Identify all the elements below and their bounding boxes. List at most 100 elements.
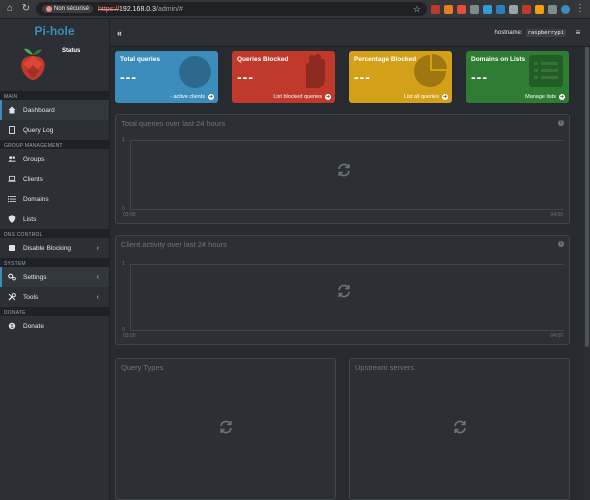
sidebar-item-label: Dashboard (23, 106, 55, 114)
x-tick-label: 04:00 (550, 212, 563, 218)
translate-extension-icon[interactable] (496, 4, 505, 14)
youtube-extension-icon[interactable] (522, 4, 531, 14)
insecure-label: Non sécurisé (54, 6, 90, 12)
refresh-spinner-icon (338, 284, 350, 298)
adblock-extension-icon[interactable] (431, 4, 440, 14)
fox-extension-icon[interactable] (444, 4, 453, 14)
sidebar-item-query-log[interactable]: Query Log (0, 120, 109, 140)
list-all-queries-link[interactable]: List all queries ➜ (404, 94, 448, 100)
url-host: 192.168.0.3 (119, 5, 157, 13)
domains-on-lists-box: Domains on Lists --- Manage lists ➜ (466, 51, 569, 103)
info-icon[interactable]: i (558, 120, 564, 126)
client-activity-chart-panel: Client activity over last 24 hours i 1 0… (115, 235, 570, 345)
stop-icon (8, 244, 16, 252)
box-title: Total queries (120, 56, 160, 63)
arrow-right-icon: ➜ (208, 94, 214, 100)
users-icon (8, 155, 16, 163)
blue-extension-icon[interactable] (483, 4, 492, 14)
pihole-logo-icon (21, 48, 45, 80)
sidebar-item-label: Tools (23, 293, 39, 301)
file-icon (8, 126, 16, 134)
panel-title: Upstream servers (355, 363, 415, 372)
list-blocked-queries-link[interactable]: List blocked queries ➜ (273, 94, 331, 100)
sidebar-item-dashboard[interactable]: Dashboard (0, 100, 109, 120)
box-title: Queries Blocked (237, 56, 289, 63)
save-extension-icon[interactable] (509, 4, 518, 14)
percentage-blocked-box: Percentage Blocked --- List all queries … (349, 51, 452, 103)
globe-icon (179, 56, 211, 88)
home-icon[interactable]: ⌂ (4, 3, 16, 15)
tools-icon (8, 293, 16, 301)
red-extension-icon[interactable] (457, 4, 466, 14)
refresh-spinner-icon (454, 420, 466, 434)
box-title: Percentage Blocked (354, 56, 417, 63)
hamburger-menu-icon[interactable]: ≡ (566, 28, 590, 37)
sidebar-item-label: Domains (23, 195, 49, 203)
chevron-left-icon: ‹ (96, 273, 99, 281)
url-path: /admin/# (156, 5, 183, 13)
list-icon (8, 195, 16, 203)
security-badge[interactable]: Non sécurisé (42, 5, 94, 13)
box-value: --- (237, 69, 254, 85)
panel-title: Query Types (121, 363, 164, 372)
extensions-bar: ⋮ (431, 3, 586, 15)
box-title: Domains on Lists (471, 56, 526, 63)
box-value: --- (120, 69, 137, 85)
section-group-management: GROUP MANAGEMENT (0, 140, 109, 149)
money-icon: $ (8, 322, 16, 330)
section-donate: DONATE (0, 307, 109, 316)
sidebar-item-disable-blocking[interactable]: Disable Blocking ‹ (0, 238, 109, 258)
gridline (131, 264, 564, 265)
logo-bar[interactable]: Pi-hole (0, 19, 109, 43)
refresh-spinner-icon (220, 420, 232, 434)
hostname-value: raspberrypi (525, 28, 566, 37)
section-main: MAIN (0, 91, 109, 100)
sidebar-item-label: Disable Blocking (23, 244, 72, 252)
scrollbar-thumb[interactable] (585, 47, 589, 347)
refresh-spinner-icon (338, 163, 350, 177)
chevron-left-icon: ‹ (96, 244, 99, 252)
gridline (131, 140, 564, 141)
gear-extension-icon[interactable] (470, 4, 479, 14)
queries-blocked-box: Queries Blocked --- List blocked queries… (232, 51, 335, 103)
y-tick-label: 1 (122, 137, 125, 143)
list-alt-icon (529, 55, 563, 87)
arrow-right-icon: ➜ (559, 94, 565, 100)
x-tick-label: 03:00 (123, 333, 136, 339)
bookmark-star-icon[interactable]: ☆ (413, 4, 421, 15)
manage-lists-link[interactable]: Manage lists ➜ (525, 94, 565, 100)
section-system: SYSTEM (0, 258, 109, 267)
main-content: Total queries --- - active clients ➜ Que… (110, 47, 590, 500)
info-icon[interactable]: i (558, 241, 564, 247)
sidebar-item-tools[interactable]: Tools ‹ (0, 287, 109, 307)
box-footer-label: List all queries (403, 94, 439, 100)
app-logo-text[interactable]: Pi-hole (34, 24, 74, 38)
upstream-servers-panel: Upstream servers (349, 358, 570, 500)
warning-icon (46, 6, 52, 12)
sidebar-toggle-button[interactable]: « (117, 28, 122, 38)
reload-icon[interactable]: ↻ (20, 3, 32, 15)
sidebar-item-domains[interactable]: Domains (0, 189, 109, 209)
sidebar-item-groups[interactable]: Groups (0, 149, 109, 169)
x-tick-label: 04:00 (550, 333, 563, 339)
x-tick-label: 03:00 (123, 212, 136, 218)
y-tick-label: 1 (122, 261, 125, 267)
browser-menu-icon[interactable]: ⋮ (574, 3, 586, 15)
page-scrollbar[interactable] (584, 47, 590, 500)
status-label: Status (62, 48, 81, 54)
sidebar-item-label: Donate (23, 322, 44, 330)
sidebar-item-lists[interactable]: Lists (0, 209, 109, 229)
sidebar-item-label: Lists (23, 215, 37, 223)
profile-avatar-icon[interactable] (561, 4, 570, 14)
puzzle-extension-icon[interactable] (548, 4, 557, 14)
yellow-extension-icon[interactable] (535, 4, 544, 14)
sidebar-item-settings[interactable]: Settings ‹ (0, 267, 109, 287)
sidebar-item-label: Query Log (23, 126, 54, 134)
sidebar-item-clients[interactable]: Clients (0, 169, 109, 189)
box-footer-label: - active clients (170, 94, 205, 100)
gears-icon (8, 273, 16, 281)
sidebar-item-donate[interactable]: $ Donate (0, 316, 109, 336)
query-types-panel: Query Types (115, 358, 336, 500)
address-bar[interactable]: Non sécurisé https://192.168.0.3/admin/#… (36, 2, 427, 16)
active-clients-link[interactable]: - active clients ➜ (170, 94, 214, 100)
